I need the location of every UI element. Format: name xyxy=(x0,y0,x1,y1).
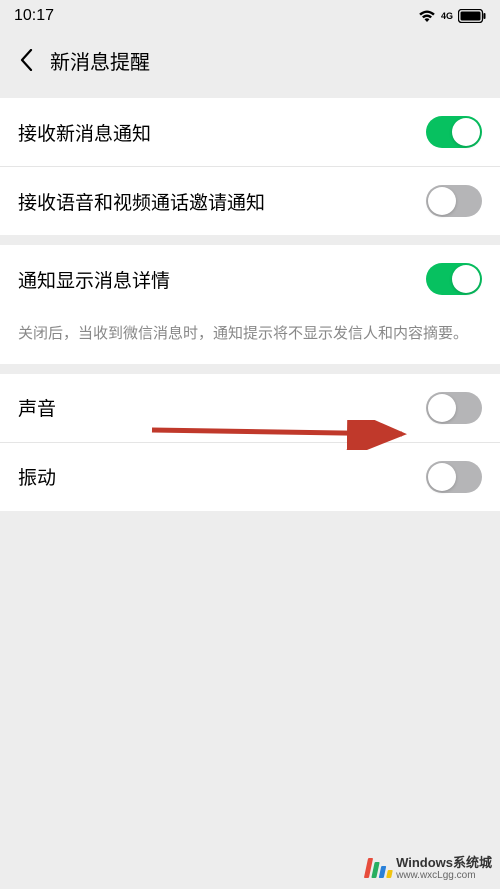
watermark-url: www.wxcLgg.com xyxy=(396,870,492,881)
status-time: 10:17 xyxy=(14,7,54,25)
setting-label: 接收新消息通知 xyxy=(18,119,151,146)
watermark: Windows系统城 www.wxcLgg.com xyxy=(366,856,492,881)
wifi-icon xyxy=(418,9,436,23)
setting-label: 声音 xyxy=(18,394,56,421)
setting-vibrate[interactable]: 振动 xyxy=(0,443,500,511)
toggle-knob xyxy=(452,265,480,293)
setting-receive-new-msg[interactable]: 接收新消息通知 xyxy=(0,98,500,167)
status-bar: 10:17 4G xyxy=(0,0,500,32)
setting-sound[interactable]: 声音 xyxy=(0,374,500,443)
page-title: 新消息提醒 xyxy=(50,46,150,75)
toggle-receive-new-msg[interactable] xyxy=(426,116,482,148)
setting-show-detail[interactable]: 通知显示消息详情 xyxy=(0,245,500,313)
back-chevron-icon xyxy=(20,49,33,71)
back-button[interactable] xyxy=(12,46,40,74)
setting-label: 接收语音和视频通话邀请通知 xyxy=(18,188,265,215)
toggle-knob xyxy=(428,463,456,491)
watermark-logo-icon xyxy=(366,858,392,878)
toggle-show-detail[interactable] xyxy=(426,263,482,295)
toggle-knob xyxy=(452,118,480,146)
toggle-receive-voice-video[interactable] xyxy=(426,185,482,217)
toggle-vibrate[interactable] xyxy=(426,461,482,493)
setting-label: 通知显示消息详情 xyxy=(18,266,170,293)
nav-header: 新消息提醒 xyxy=(0,32,500,88)
setting-show-detail-desc: 关闭后，当收到微信消息时，通知提示将不显示发信人和内容摘要。 xyxy=(0,313,500,364)
setting-label: 振动 xyxy=(18,463,56,490)
toggle-knob xyxy=(428,187,456,215)
watermark-title: Windows系统城 xyxy=(396,856,492,870)
setting-receive-voice-video[interactable]: 接收语音和视频通话邀请通知 xyxy=(0,167,500,235)
network-indicator: 4G xyxy=(441,12,453,21)
toggle-knob xyxy=(428,394,456,422)
battery-icon xyxy=(458,9,486,23)
status-icons: 4G xyxy=(418,9,486,23)
toggle-sound[interactable] xyxy=(426,392,482,424)
